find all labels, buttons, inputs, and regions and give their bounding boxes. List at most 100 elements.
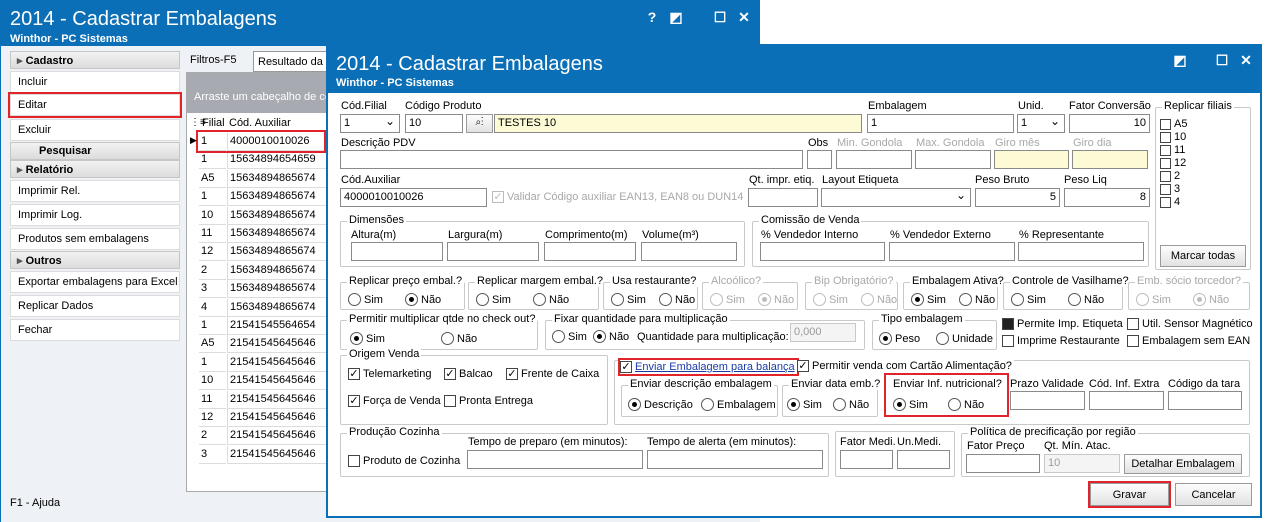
qt-impr-input[interactable] — [748, 188, 818, 207]
maximize-icon[interactable]: ☐ — [710, 9, 730, 26]
fator-conversao-input[interactable]: 10 — [1069, 114, 1150, 133]
vendedor-interno-input[interactable] — [760, 242, 885, 261]
menu-incluir[interactable]: Incluir — [10, 71, 180, 93]
permitir-mult-nao[interactable]: Não — [441, 332, 477, 345]
grid-cell-cod-aux[interactable]: 15634894865674 — [227, 243, 333, 262]
tempo-preparo-input[interactable] — [467, 450, 643, 469]
close-icon[interactable]: ✕ — [734, 9, 754, 26]
util-sensor-checkbox[interactable]: Util. Sensor Magnético — [1127, 318, 1253, 330]
forca-venda-checkbox[interactable]: ✓ Força de Venda — [348, 395, 441, 407]
marcar-todas-button[interactable]: Marcar todas — [1160, 245, 1246, 267]
grid-cell-filial[interactable]: 12 — [199, 409, 226, 427]
fator-medi-input[interactable] — [840, 450, 893, 469]
comprimento-input[interactable] — [544, 242, 636, 261]
grid-cell-filial[interactable]: 10 — [199, 372, 226, 391]
usa-rest-sim[interactable]: Sim — [611, 293, 646, 306]
menu-produtos-sem-embalagens[interactable]: Produtos sem embalagens — [10, 228, 180, 250]
restore-icon[interactable]: ◩ — [666, 9, 686, 26]
env-inf-nao[interactable]: Não — [948, 398, 984, 411]
menu-replicar-dados[interactable]: Replicar Dados — [10, 295, 180, 317]
permitir-mult-sim[interactable]: Sim — [350, 332, 385, 345]
fixar-qtd-sim[interactable]: Sim — [552, 330, 587, 343]
altura-input[interactable] — [351, 242, 443, 261]
balcao-checkbox[interactable]: ✓ Balcao — [444, 368, 493, 380]
menu-excluir[interactable]: Excluir — [10, 119, 180, 141]
menu-editar[interactable]: Editar — [8, 92, 182, 118]
grid-cell-filial[interactable]: 11 — [199, 225, 226, 243]
obs-input[interactable] — [807, 150, 832, 169]
vasilhame-sim[interactable]: Sim — [1011, 293, 1046, 306]
unid-select[interactable]: 1 — [1017, 114, 1065, 133]
grid-cell-filial[interactable]: 2 — [199, 427, 226, 446]
grid-cell-cod-aux[interactable]: 21541545645646 — [227, 390, 333, 409]
filial-checkbox-10[interactable]: 10 — [1160, 131, 1186, 143]
vendedor-externo-input[interactable] — [889, 242, 1015, 261]
fator-preco-input[interactable] — [966, 454, 1040, 473]
grid-cell-cod-aux[interactable]: 21541545645646 — [227, 353, 333, 372]
peso-bruto-input[interactable]: 5 — [975, 188, 1060, 207]
tipo-emb-unidade[interactable]: Unidade — [936, 332, 993, 345]
grid-cell-filial[interactable]: A5 — [199, 335, 226, 354]
help-icon[interactable]: ? — [642, 9, 662, 25]
permitir-cartao-checkbox[interactable]: ✓ Permitir venda com Cartão Alimentação? — [797, 360, 1014, 372]
grid-cell-cod-aux[interactable]: 15634894865674 — [227, 298, 333, 317]
grid-cell-filial[interactable]: 1 — [199, 354, 226, 372]
min-gondola-input[interactable] — [836, 150, 912, 169]
filial-checkbox-11[interactable]: 11 — [1160, 144, 1185, 156]
menu-pesquisar[interactable]: Pesquisar — [10, 142, 180, 160]
menu-cadastro-header[interactable]: ▸ Cadastro — [10, 51, 180, 69]
env-desc-embalagem[interactable]: Embalagem — [701, 398, 776, 411]
grid-cell-cod-aux[interactable]: 21541545564654 — [227, 317, 333, 335]
cod-produto-input[interactable]: 10 — [405, 114, 463, 133]
env-inf-sim[interactable]: Sim — [893, 398, 928, 411]
layout-etiqueta-select[interactable] — [821, 188, 971, 207]
grid-cell-cod-aux[interactable]: 21541545645646 — [227, 372, 333, 391]
search-product-button[interactable]: ⌕⋮ — [466, 114, 493, 133]
rep-preco-sim[interactable]: Sim — [348, 293, 383, 306]
usa-rest-nao[interactable]: Não — [659, 293, 695, 306]
enviar-balanca-checkbox[interactable]: ✓ Enviar Embalagem para balança — [618, 358, 799, 376]
prazo-validade-input[interactable] — [1010, 391, 1085, 410]
grid-cell-cod-aux[interactable]: 15634894865674 — [227, 280, 333, 299]
grid-cell-cod-aux[interactable]: 21541545645646 — [227, 335, 333, 354]
tempo-alerta-input[interactable] — [647, 450, 823, 469]
filial-checkbox-4[interactable]: 4 — [1160, 196, 1180, 208]
menu-outros-header[interactable]: ▸ Outros — [10, 251, 180, 269]
menu-fechar[interactable]: Fechar — [10, 319, 180, 341]
grid-cell-filial[interactable]: 3 — [199, 280, 226, 299]
cod-inf-extra-input[interactable] — [1089, 391, 1164, 410]
grid-cell-cod-aux[interactable]: 21541545645646 — [227, 427, 333, 446]
telemarketing-checkbox[interactable]: ✓ Telemarketing — [348, 368, 431, 380]
frente-caixa-checkbox[interactable]: ✓ Frente de Caixa — [506, 368, 599, 380]
largura-input[interactable] — [447, 242, 539, 261]
cancelar-button[interactable]: Cancelar — [1175, 483, 1252, 506]
emb-sem-ean-checkbox[interactable]: Embalagem sem EAN — [1127, 335, 1250, 347]
max-gondola-input[interactable] — [915, 150, 991, 169]
grid-cell-cod-aux[interactable]: 21541545645646 — [227, 445, 333, 464]
env-data-nao[interactable]: Não — [833, 398, 869, 411]
cod-filial-select[interactable]: 1 — [340, 114, 400, 133]
imprime-restaurante-checkbox[interactable]: Imprime Restaurante — [1002, 335, 1120, 347]
permite-imp-etiqueta-checkbox[interactable]: Permite Imp. Etiqueta — [1002, 318, 1123, 330]
fixar-qtd-nao[interactable]: Não — [593, 330, 629, 343]
dialog-maximize-icon[interactable]: ☐ — [1212, 52, 1232, 69]
grid-cell-filial[interactable]: A5 — [199, 170, 226, 188]
col-cod-aux-header[interactable]: Cód. Auxiliar — [229, 117, 291, 129]
rep-preco-nao[interactable]: Não — [405, 293, 441, 306]
validar-ean-checkbox[interactable]: ✓ Validar Código auxiliar EAN13, EAN8 ou … — [492, 191, 743, 203]
tab-filtros[interactable]: Filtros-F5 — [190, 54, 236, 66]
grid-cell-cod-aux[interactable]: 21541545645646 — [227, 409, 333, 427]
grid-cell-filial[interactable]: 10 — [199, 207, 226, 225]
grid-cell-filial[interactable]: 1 — [199, 151, 226, 170]
cod-tara-input[interactable] — [1168, 391, 1242, 410]
cod-auxiliar-input[interactable]: 4000010010026 — [340, 188, 487, 207]
grid-cell-cod-aux[interactable]: 15634894865674 — [227, 225, 333, 243]
col-filial-header[interactable]: Filial — [202, 117, 225, 129]
menu-exportar-excel[interactable]: Exportar embalagens para Excel — [10, 271, 180, 293]
descricao-pdv-input[interactable] — [340, 150, 803, 169]
env-data-sim[interactable]: Sim — [787, 398, 822, 411]
vasilhame-nao[interactable]: Não — [1068, 293, 1104, 306]
tipo-emb-peso[interactable]: Peso — [879, 332, 920, 345]
rep-margem-sim[interactable]: Sim — [476, 293, 511, 306]
filial-checkbox-3[interactable]: 3 — [1160, 183, 1180, 195]
